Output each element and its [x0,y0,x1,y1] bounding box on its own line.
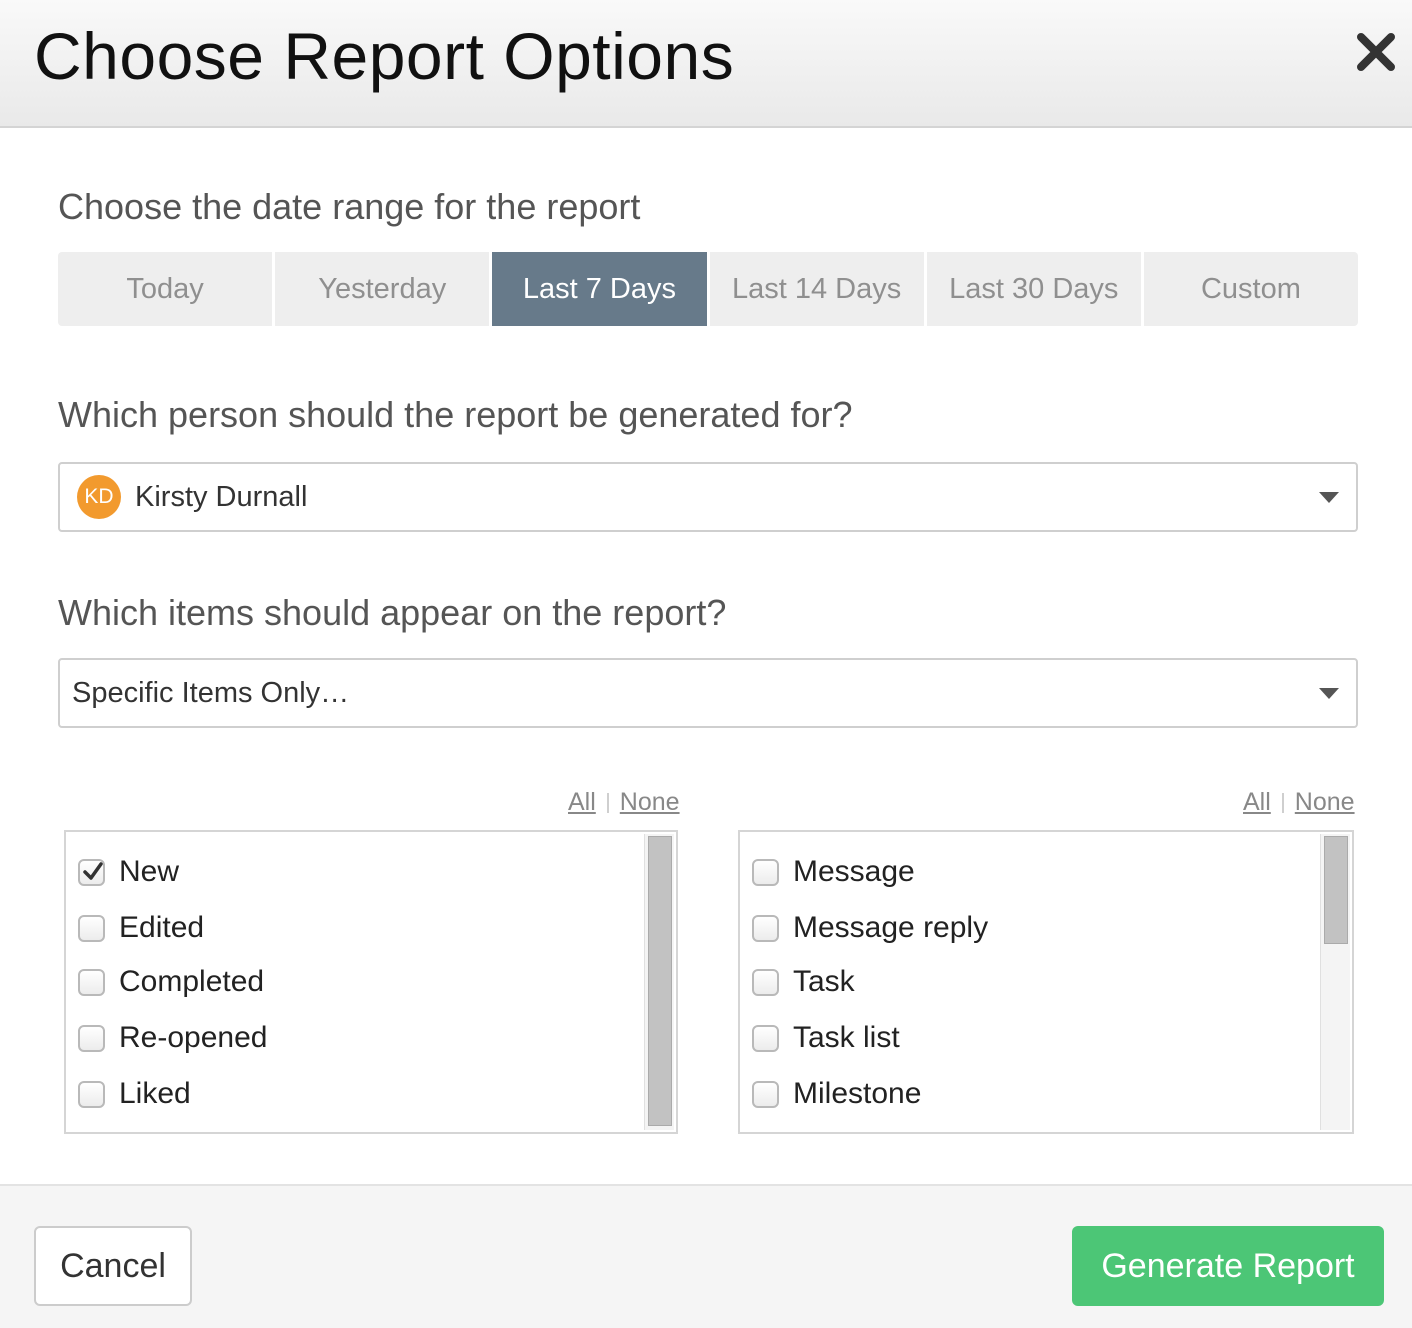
divider [1281,792,1284,813]
dialog-title: Choose Report Options [34,19,735,93]
list-item-label: New [119,855,180,888]
scrollbar-thumb[interactable] [648,836,672,1126]
person-select[interactable]: KD Kirsty Durnall [58,462,1358,532]
tab-last-30-days[interactable]: Last 30 Days [926,252,1141,326]
person-select-value: Kirsty Durnall [135,480,308,513]
type-option-message[interactable]: Message [752,852,915,892]
list-item-label: Task list [793,1021,900,1054]
scrollbar[interactable] [644,834,674,1130]
chevron-down-icon [1319,688,1339,699]
list-item-label: Milestone [793,1077,922,1110]
type-option-message-reply[interactable]: Message reply [752,908,988,948]
tab-custom[interactable]: Custom [1143,252,1359,326]
tab-today[interactable]: Today [58,252,273,326]
date-range-tabs: Today Yesterday Last 7 Days Last 14 Days… [58,252,1359,326]
checkbox[interactable] [752,1080,779,1108]
list-item-label: Liked [119,1077,191,1110]
checkbox[interactable] [752,858,779,886]
dialog-header: Choose Report Options [0,0,1412,128]
event-listbox[interactable]: New Edited Completed Re-opened Liked [64,830,678,1134]
type-select-none-link[interactable]: None [1295,788,1355,817]
event-select-all-link[interactable]: All [568,788,596,817]
list-item-label: Task [793,965,855,998]
event-select-none-link[interactable]: None [620,788,680,817]
event-list-select-controls: All None [568,788,680,817]
date-range-heading: Choose the date range for the report [58,186,641,227]
checkbox[interactable] [78,914,105,942]
avatar: KD [77,475,121,519]
scrollbar-thumb[interactable] [1324,836,1348,944]
checkbox[interactable] [78,1080,105,1108]
event-option-liked[interactable]: Liked [78,1074,191,1114]
generate-report-button[interactable]: Generate Report [1072,1226,1384,1306]
tab-yesterday[interactable]: Yesterday [275,252,490,326]
items-select[interactable]: Specific Items Only… [58,658,1358,728]
type-option-task[interactable]: Task [752,962,855,1002]
list-item-label: Message [793,855,915,888]
divider [606,792,609,813]
checkbox[interactable] [752,1024,779,1052]
event-option-new[interactable]: New [78,852,179,892]
tab-last-7-days[interactable]: Last 7 Days [492,252,707,326]
type-listbox[interactable]: Message Message reply Task Task list Mil… [738,830,1354,1134]
checkbox-checked[interactable] [78,858,105,886]
event-option-edited[interactable]: Edited [78,908,204,948]
type-select-all-link[interactable]: All [1243,788,1271,817]
type-option-milestone[interactable]: Milestone [752,1074,921,1114]
checkbox[interactable] [78,1024,105,1052]
checkbox[interactable] [78,968,105,996]
scrollbar[interactable] [1320,834,1350,1130]
items-heading: Which items should appear on the report? [58,592,727,633]
items-select-value: Specific Items Only… [72,676,350,709]
list-item-label: Re-opened [119,1021,268,1054]
list-item-label: Completed [119,965,265,998]
checkbox[interactable] [752,968,779,996]
dialog-footer: Cancel Generate Report [0,1184,1412,1328]
event-option-reopened[interactable]: Re-opened [78,1018,267,1058]
tab-last-14-days[interactable]: Last 14 Days [709,252,924,326]
list-item-label: Message reply [793,911,989,944]
list-item-label: Edited [119,911,205,944]
event-option-completed[interactable]: Completed [78,962,264,1002]
cancel-button[interactable]: Cancel [34,1226,192,1306]
type-list-select-controls: All None [1243,788,1355,817]
checkbox[interactable] [752,914,779,942]
close-icon[interactable] [1352,28,1400,76]
chevron-down-icon [1319,492,1339,503]
type-option-task-list[interactable]: Task list [752,1018,900,1058]
person-heading: Which person should the report be genera… [58,394,853,435]
